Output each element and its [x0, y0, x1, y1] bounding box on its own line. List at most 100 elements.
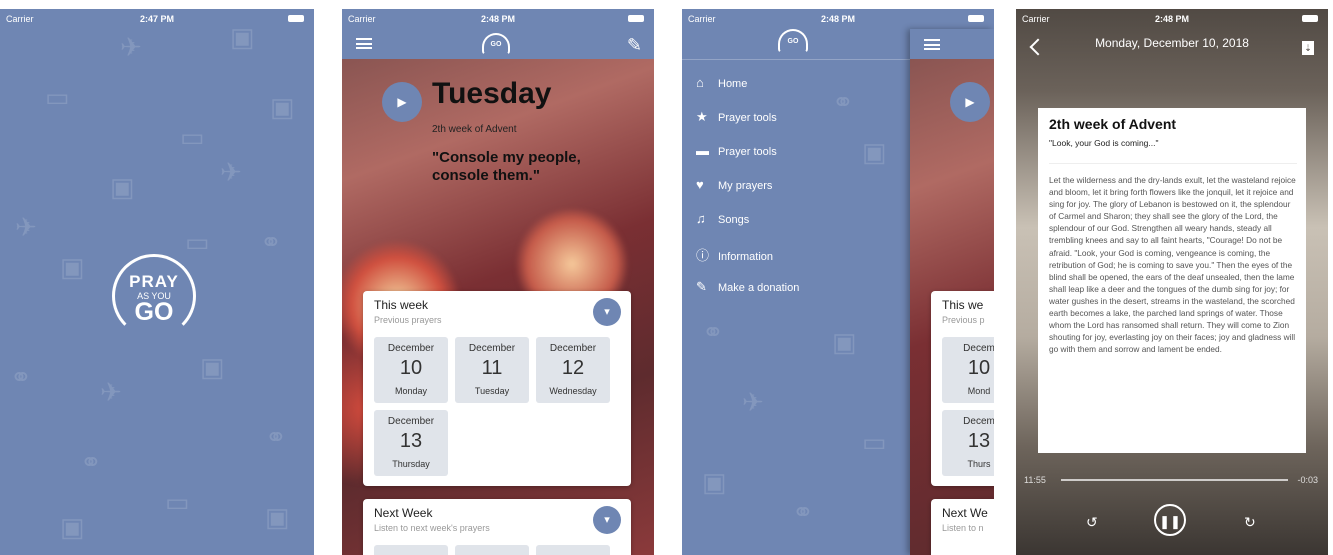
menu-item-my-prayers[interactable]: ♥ My prayers [696, 177, 772, 197]
menu-item-donation[interactable]: ✎ Make a donation [696, 279, 799, 299]
reading-subtitle: "Look, your God is coming..." [1049, 138, 1159, 148]
download-icon[interactable]: ▾ [593, 506, 621, 534]
bus-icon: ▣ [60, 512, 85, 542]
card-subtitle: Previous prayers [374, 315, 442, 325]
tile-date: 12 [561, 357, 585, 379]
tile-date: 10 [399, 357, 423, 379]
pause-button[interactable]: ❚❚ [1154, 504, 1186, 536]
music-note-icon: ♫ [696, 211, 706, 226]
hamburger-menu-icon[interactable] [356, 38, 372, 49]
day-tile[interactable]: Decem 13 Thurs [942, 410, 994, 476]
plane-icon: ✈ [100, 377, 122, 407]
menu-item-information[interactable]: ⓘ Information [696, 245, 773, 265]
tile-weekday: Mond [967, 386, 991, 396]
day-tile[interactable]: December 10 Monday [374, 337, 448, 403]
bus-icon: ▣ [862, 137, 887, 167]
tile-month: December [387, 416, 435, 427]
bike-icon: ⚭ [832, 87, 854, 117]
status-bar: Carrier 2:48 PM [342, 9, 654, 29]
plane-icon: ✈ [742, 387, 764, 417]
bus-icon: ▣ [270, 92, 295, 122]
this-week-card: This we Previous p Decem 10 Mond Decem 1… [931, 291, 994, 486]
home-peek[interactable]: ▶ This we Previous p Decem 10 Mond Decem… [910, 29, 994, 555]
star-icon: ★ [696, 109, 708, 124]
reading-panel[interactable]: 2th week of Advent "Look, your God is co… [1038, 108, 1306, 453]
status-bar: Carrier 2:47 PM [0, 9, 314, 29]
tile-month: December [468, 343, 516, 354]
card-title: Next We [942, 506, 988, 520]
app-logo: PRAY AS YOU GO [104, 254, 204, 338]
week-label: 2th week of Advent [432, 124, 517, 135]
next-week-card: Next We Listen to n [931, 499, 994, 555]
plane-icon: ✈ [15, 212, 37, 242]
menu-item-label: Prayer tools [718, 146, 777, 158]
rewind-icon[interactable]: ↺ [1086, 514, 1098, 531]
play-button[interactable]: ▶ [950, 82, 990, 122]
day-tile[interactable]: December 12 Wednesday [536, 337, 610, 403]
logo-text-pray: PRAY [129, 272, 179, 291]
status-bar: Carrier 2:48 PM [1016, 9, 1328, 29]
day-tile[interactable]: Decem 10 Mond [942, 337, 994, 403]
nav-logo: GO [482, 33, 510, 55]
bus-icon: ▣ [702, 467, 727, 497]
battery-icon [288, 15, 304, 22]
progress-bar[interactable] [1061, 479, 1288, 481]
bus-icon: ▣ [60, 252, 85, 282]
heart-icon: ♥ [696, 177, 704, 192]
suitcase-icon: ▭ [165, 487, 190, 517]
hamburger-menu-icon[interactable] [924, 39, 940, 50]
bike-icon: ⚭ [260, 227, 282, 257]
daily-quote: "Console my people, console them." [432, 149, 581, 184]
bike-icon: ⚭ [702, 317, 724, 347]
day-tile[interactable] [455, 545, 529, 555]
day-tile[interactable] [536, 545, 610, 555]
tile-weekday: Thurs [967, 459, 991, 469]
bus-icon: ▣ [110, 172, 135, 202]
bus-icon: ▣ [832, 327, 857, 357]
forward-icon[interactable]: ↻ [1244, 514, 1256, 531]
tile-month: Decem [963, 343, 994, 354]
battery-icon [628, 15, 644, 22]
home-screen: Carrier 2:48 PM GO ✎ ▶ Tuesday 2th week … [342, 9, 654, 555]
nav-bar: GO ✎ [342, 29, 654, 59]
tile-month: December [549, 343, 597, 354]
day-tile[interactable]: December 13 Thursday [374, 410, 448, 476]
menu-screen: Carrier 2:48 PM GO ⚭ ▣ ⚭ ▣ ✈ ▭ ▣ ⚭ ⌂ Home… [682, 9, 994, 555]
bike-icon: ⚭ [265, 422, 287, 452]
tile-date: 11 [481, 357, 503, 379]
info-icon: ⓘ [696, 248, 710, 263]
remaining-time: -0:03 [1297, 475, 1318, 485]
clock: 2:47 PM [139, 14, 174, 24]
menu-logo: GO [778, 29, 808, 53]
menu-item-label: Prayer tools [718, 112, 777, 124]
menu-item-label: My prayers [718, 180, 773, 192]
download-icon[interactable]: ⇣ [1302, 41, 1314, 55]
tile-weekday: Tuesday [474, 386, 510, 396]
home-icon: ⌂ [696, 75, 704, 90]
menu-item-home[interactable]: ⌂ Home [696, 75, 747, 95]
donation-icon: ✎ [696, 279, 707, 294]
donation-icon[interactable]: ✎ [627, 35, 642, 56]
day-tile[interactable]: December 11 Tuesday [455, 337, 529, 403]
bus-icon: ▣ [265, 502, 290, 532]
card-subtitle: Previous p [942, 315, 985, 325]
suitcase-icon: ▭ [185, 227, 210, 257]
suitcase-icon: ▭ [45, 82, 70, 112]
tile-weekday: Wednesday [549, 386, 597, 396]
bike-icon: ⚭ [792, 497, 814, 527]
play-button[interactable]: ▶ [382, 82, 422, 122]
menu-item-label: Make a donation [718, 282, 800, 294]
elapsed-time: 11:55 [1024, 475, 1046, 485]
suitcase-icon: ▭ [180, 122, 205, 152]
tile-weekday: Monday [394, 386, 428, 396]
menu-item-songs[interactable]: ♫ Songs [696, 211, 749, 231]
card-subtitle: Listen to next week's prayers [374, 523, 490, 533]
download-icon[interactable]: ▾ [593, 298, 621, 326]
card-title: This week [374, 298, 429, 312]
menu-item-prayer-tools[interactable]: ★ Prayer tools [696, 109, 777, 129]
day-tile[interactable] [374, 545, 448, 555]
reading-body: Let the wilderness and the dry-lands exu… [1049, 163, 1297, 355]
menu-item-label: Home [718, 78, 748, 90]
this-week-card: This week Previous prayers ▾ December 10… [363, 291, 631, 486]
menu-item-prayer-tools-2[interactable]: ▬ Prayer tools [696, 143, 777, 163]
